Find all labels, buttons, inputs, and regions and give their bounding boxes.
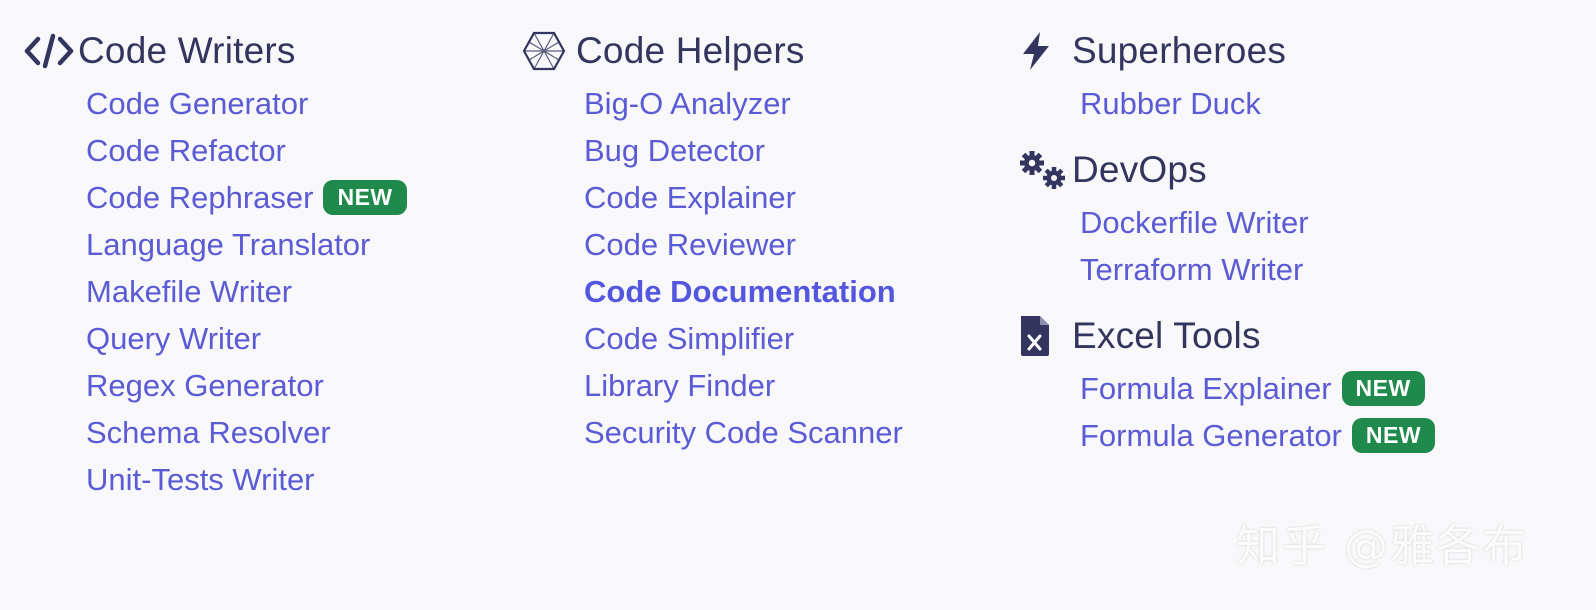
tool-label: Language Translator	[86, 226, 371, 262]
tool-label: Code Simplifier	[584, 320, 795, 356]
tool-label: Big-O Analyzer	[584, 85, 791, 121]
tool-link-bug-detector[interactable]: Bug Detector	[584, 127, 903, 174]
tool-label: Code Generator	[86, 85, 309, 121]
tool-link-code-documentation[interactable]: Code Documentation	[584, 268, 903, 315]
group-header: DevOps	[1018, 145, 1435, 195]
watermark: 知乎 @雅各布	[1236, 521, 1528, 572]
tool-list: Formula Explainer NEW Formula Generator NEW	[1018, 365, 1436, 459]
tool-label: Terraform Writer	[1080, 251, 1304, 287]
tool-link-formula-generator[interactable]: Formula Generator NEW	[1080, 412, 1436, 459]
polyhedron-icon	[522, 31, 576, 71]
code-icon	[24, 31, 78, 71]
new-badge: NEW	[1341, 371, 1425, 406]
column-superheroes-devops-excel: Superheroes Rubber Duck DevOps Dockerfile W…	[1018, 26, 1436, 477]
tool-list: Dockerfile Writer Terraform Writer	[1018, 199, 1435, 293]
group-code-helpers: Code Helpers Big-O Analyzer Bug Detector Co…	[522, 26, 903, 456]
tool-link-code-simplifier[interactable]: Code Simplifier	[584, 315, 903, 362]
tool-link-query-writer[interactable]: Query Writer	[86, 315, 407, 362]
tool-link-code-generator[interactable]: Code Generator	[86, 80, 407, 127]
tool-label: Unit-Tests Writer	[86, 461, 315, 497]
tool-link-code-explainer[interactable]: Code Explainer	[584, 174, 903, 221]
tool-link-security-code-scanner[interactable]: Security Code Scanner	[584, 409, 903, 456]
column-code-writers: Code Writers Code Generator Code Refactor C…	[24, 26, 407, 521]
tool-label: Query Writer	[86, 320, 262, 356]
group-header: Code Helpers	[522, 26, 903, 76]
tool-link-regex-generator[interactable]: Regex Generator	[86, 362, 407, 409]
tools-menu: Code Writers Code Generator Code Refactor C…	[0, 0, 1596, 610]
tool-label: Library Finder	[584, 367, 776, 403]
new-badge: NEW	[1351, 418, 1436, 453]
group-devops: DevOps Dockerfile Writer Terraform Writer	[1018, 145, 1435, 293]
group-header: Code Writers	[24, 26, 407, 76]
tool-link-makefile-writer[interactable]: Makefile Writer	[86, 268, 407, 315]
tool-label: Rubber Duck	[1080, 85, 1261, 121]
tool-label: Security Code Scanner	[584, 414, 903, 450]
tool-list: Code Generator Code Refactor Code Rephrase…	[24, 80, 407, 503]
tool-label: Code Refactor	[86, 132, 286, 168]
group-title: Code Writers	[78, 30, 296, 71]
tool-link-formula-explainer[interactable]: Formula Explainer NEW	[1080, 365, 1435, 412]
tool-link-unit-tests-writer[interactable]: Unit-Tests Writer	[86, 456, 407, 503]
tool-label: Schema Resolver	[86, 414, 331, 450]
column-code-helpers: Code Helpers Big-O Analyzer Bug Detector Co…	[522, 26, 903, 474]
tool-label: Code Rephraser	[86, 179, 314, 215]
tool-link-code-reviewer[interactable]: Code Reviewer	[584, 221, 903, 268]
tool-label: Code Reviewer	[584, 226, 796, 262]
tool-link-dockerfile-writer[interactable]: Dockerfile Writer	[1080, 199, 1435, 246]
tool-link-big-o-analyzer[interactable]: Big-O Analyzer	[584, 80, 903, 127]
tool-link-code-refactor[interactable]: Code Refactor	[86, 127, 407, 174]
tool-link-library-finder[interactable]: Library Finder	[584, 362, 903, 409]
excel-file-icon	[1018, 316, 1072, 356]
tool-label: Regex Generator	[86, 367, 324, 403]
group-title: DevOps	[1072, 149, 1207, 190]
gears-icon	[1018, 150, 1072, 190]
group-header: Excel Tools	[1018, 311, 1435, 361]
group-code-writers: Code Writers Code Generator Code Refactor C…	[24, 26, 407, 503]
group-title: Code Helpers	[576, 30, 805, 71]
group-excel-tools: Excel Tools Formula Explainer NEW Formula G…	[1018, 311, 1436, 459]
tool-link-rubber-duck[interactable]: Rubber Duck	[1080, 80, 1435, 127]
tool-label: Bug Detector	[584, 132, 765, 168]
tool-label: Dockerfile Writer	[1080, 204, 1309, 240]
group-title: Excel Tools	[1072, 315, 1261, 356]
lightning-icon	[1018, 31, 1072, 71]
tool-list: Big-O Analyzer Bug Detector Code Explainer…	[522, 80, 903, 456]
tool-label: Makefile Writer	[86, 273, 293, 309]
tool-label: Formula Explainer	[1080, 370, 1332, 406]
group-header: Superheroes	[1018, 26, 1435, 76]
tool-link-language-translator[interactable]: Language Translator	[86, 221, 407, 268]
new-badge: NEW	[323, 180, 407, 215]
tool-link-terraform-writer[interactable]: Terraform Writer	[1080, 246, 1435, 293]
tool-label: Code Documentation	[584, 273, 896, 309]
tool-link-code-rephraser[interactable]: Code Rephraser NEW	[86, 174, 407, 221]
group-superheroes: Superheroes Rubber Duck	[1018, 26, 1435, 127]
tool-label: Code Explainer	[584, 179, 796, 215]
tool-link-schema-resolver[interactable]: Schema Resolver	[86, 409, 407, 456]
tool-label: Formula Generator	[1080, 417, 1342, 453]
tool-list: Rubber Duck	[1018, 80, 1435, 127]
group-title: Superheroes	[1072, 30, 1287, 71]
